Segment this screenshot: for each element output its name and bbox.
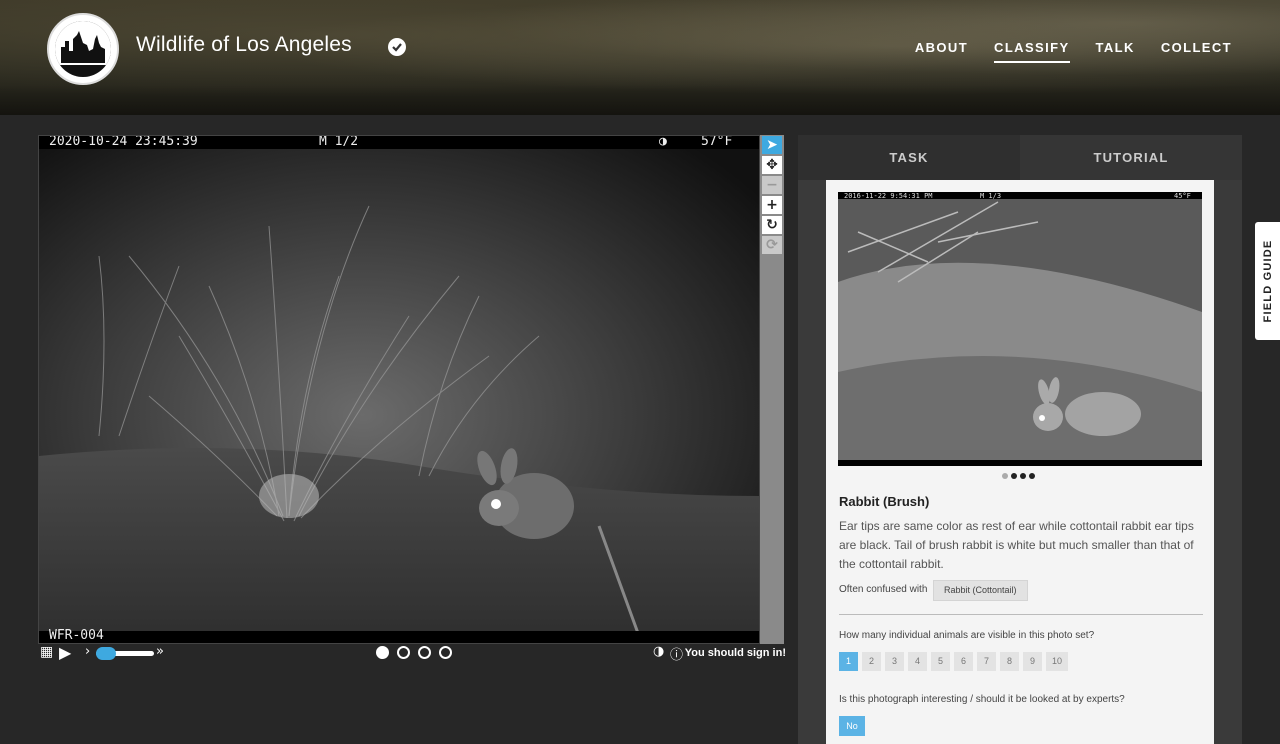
zoom-in-icon[interactable]: +: [762, 196, 782, 214]
example-temperature: 45°F: [1174, 192, 1191, 200]
photo-temperature: 57°F: [701, 135, 733, 149]
speed-slider[interactable]: [96, 647, 154, 660]
count-option-2[interactable]: 2: [862, 652, 881, 671]
count-option-8[interactable]: 8: [1000, 652, 1019, 671]
interesting-question: Is this photograph interesting / should …: [839, 694, 1125, 705]
faster-icon[interactable]: »: [156, 644, 164, 659]
project-title[interactable]: Wildlife of Los Angeles: [136, 33, 352, 57]
species-example-photo: 2016-11-22 9:54:31 PM M 1/3 45°F: [838, 192, 1202, 466]
move-icon[interactable]: ✥: [762, 156, 782, 174]
site-header: Wildlife of Los Angeles ABOUT CLASSIFY T…: [0, 0, 1280, 115]
project-nav: ABOUT CLASSIFY TALK COLLECT: [915, 40, 1232, 63]
signin-prompt[interactable]: You should sign in!: [685, 647, 786, 659]
count-options: 1 2 3 4 5 6 7 8 9 10: [839, 652, 1068, 671]
count-option-6[interactable]: 6: [954, 652, 973, 671]
count-option-10[interactable]: 10: [1046, 652, 1068, 671]
species-description: Ear tips are same color as rest of ear w…: [839, 519, 1194, 571]
nav-about[interactable]: ABOUT: [915, 40, 968, 63]
example-timestamp: 2016-11-22 9:54:31 PM: [844, 192, 933, 200]
info-icon[interactable]: ⓘ: [670, 644, 683, 663]
frame-dot-1[interactable]: [376, 646, 389, 659]
image-toolbar: ➤ ✥ − + ↻ ⟳: [760, 135, 784, 644]
pointer-icon[interactable]: ➤: [762, 136, 782, 154]
task-panel: TASK TUTORIAL 2016-11-22 9:54:31 PM M 1/…: [798, 135, 1242, 744]
species-card: 2016-11-22 9:54:31 PM M 1/3 45°F Rabbit …: [826, 180, 1214, 744]
confused-with-button[interactable]: Rabbit (Cottontail): [933, 580, 1028, 601]
photo-timestamp-bar: 2020-10-24 23:45:39 M 1/2 ◑ 57°F: [39, 136, 759, 149]
species-name: Rabbit (Brush): [839, 494, 930, 509]
invert-icon[interactable]: ◑: [653, 644, 664, 659]
grid-view-icon[interactable]: ▦: [40, 644, 53, 660]
example-frame: M 1/3: [980, 192, 1001, 200]
photo-timestamp: 2020-10-24 23:45:39: [49, 135, 198, 149]
camera-id-bar: WFR-004: [39, 628, 759, 643]
count-option-4[interactable]: 4: [908, 652, 927, 671]
zoom-out-icon[interactable]: −: [762, 176, 782, 194]
example-dot-2[interactable]: [1011, 473, 1017, 479]
verified-badge-icon: [388, 38, 406, 56]
count-option-7[interactable]: 7: [977, 652, 996, 671]
play-icon[interactable]: ▶: [59, 643, 71, 662]
subject-viewer[interactable]: 2020-10-24 23:45:39 M 1/2 ◑ 57°F WFR-004: [38, 135, 760, 644]
camera-id: WFR-004: [49, 628, 104, 643]
panel-tabs: TASK TUTORIAL: [798, 135, 1242, 180]
nav-classify[interactable]: CLASSIFY: [994, 40, 1070, 63]
reset-icon[interactable]: ⟳: [762, 236, 782, 254]
example-dot-1[interactable]: [1002, 473, 1008, 479]
howling-coyote-logo-icon: [55, 21, 111, 77]
tab-tutorial[interactable]: TUTORIAL: [1020, 135, 1242, 180]
frame-dot-2[interactable]: [397, 646, 410, 659]
example-dot-4[interactable]: [1029, 473, 1035, 479]
example-dots: [1002, 473, 1035, 479]
field-guide-tab[interactable]: FIELD GUIDE: [1255, 222, 1280, 340]
count-option-3[interactable]: 3: [885, 652, 904, 671]
example-dot-3[interactable]: [1020, 473, 1026, 479]
interesting-no-button[interactable]: No: [839, 716, 865, 736]
count-option-1[interactable]: 1: [839, 652, 858, 671]
frame-controls: ▦ ▶ › » ◑ ⓘ You should sign in!: [38, 643, 786, 664]
count-option-9[interactable]: 9: [1023, 652, 1042, 671]
nav-talk[interactable]: TALK: [1096, 40, 1135, 63]
frame-dot-4[interactable]: [439, 646, 452, 659]
rotate-icon[interactable]: ↻: [762, 216, 782, 234]
divider: [839, 614, 1203, 615]
photo-frame-label: M 1/2: [319, 135, 359, 149]
confused-label: Often confused with: [839, 584, 928, 595]
frame-dot-3[interactable]: [418, 646, 431, 659]
camera-trap-photo[interactable]: [39, 136, 759, 643]
frame-dots: [376, 646, 452, 659]
nav-collect[interactable]: COLLECT: [1161, 40, 1232, 63]
count-question: How many individual animals are visible …: [839, 630, 1095, 641]
count-option-5[interactable]: 5: [931, 652, 950, 671]
moon-phase-icon: ◑: [659, 135, 667, 149]
tab-task[interactable]: TASK: [798, 135, 1020, 180]
project-logo[interactable]: [47, 13, 119, 85]
field-guide-label: FIELD GUIDE: [1261, 239, 1274, 323]
slower-icon[interactable]: ›: [85, 644, 90, 659]
